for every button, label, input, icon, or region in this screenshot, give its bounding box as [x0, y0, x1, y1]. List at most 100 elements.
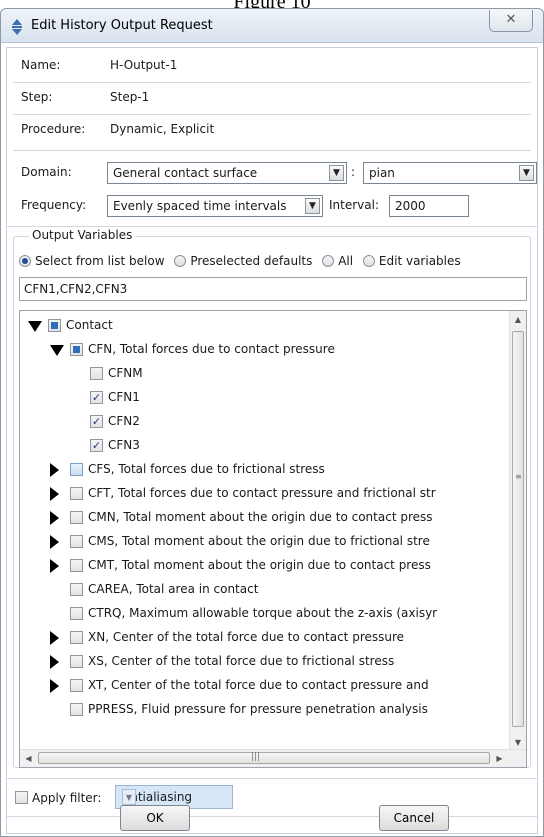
tree-node[interactable]: ✓ CFN3 — [20, 435, 508, 457]
tree-node[interactable]: CFS, Total forces due to frictional stre… — [20, 459, 508, 481]
collapsed-triangle-icon[interactable] — [50, 655, 59, 669]
checkbox-icon[interactable] — [90, 367, 103, 380]
checkbox-icon — [15, 791, 28, 804]
checkbox-icon[interactable] — [70, 343, 83, 356]
expanded-triangle-icon[interactable] — [28, 321, 42, 332]
tree-node[interactable]: ✓ CFN2 — [20, 411, 508, 433]
divider — [7, 778, 537, 779]
horizontal-scrollbar[interactable]: ◀ ||| ▶ — [20, 749, 526, 767]
checkbox-icon[interactable] — [70, 487, 83, 500]
checkbox-icon[interactable] — [48, 319, 61, 332]
close-button[interactable]: ✕ — [489, 10, 533, 32]
radio-label: Preselected defaults — [190, 254, 313, 268]
output-variable-mode: Select from list below Preselected defau… — [19, 254, 467, 268]
checkbox-icon[interactable]: ✓ — [90, 391, 103, 404]
collapsed-triangle-icon[interactable] — [50, 679, 59, 693]
tree-node[interactable]: XN, Center of the total force due to con… — [20, 627, 508, 649]
tree-node[interactable]: ✓ CFN1 — [20, 387, 508, 409]
radio-icon — [322, 255, 335, 267]
collapsed-triangle-icon[interactable] — [50, 535, 59, 549]
domain-select[interactable]: General contact surface ▼ — [107, 162, 347, 184]
tree-node[interactable]: CAREA, Total area in contact — [20, 579, 508, 601]
apply-filter-checkbox[interactable]: Apply filter: — [15, 789, 101, 805]
checkbox-icon[interactable] — [70, 583, 83, 596]
tree-node[interactable]: CFNM — [20, 363, 508, 385]
frequency-select[interactable]: Evenly spaced time intervals ▼ — [107, 195, 323, 217]
interval-input[interactable]: 2000 — [389, 195, 469, 217]
surface-select[interactable]: pian ▼ — [363, 162, 537, 184]
tree-node[interactable]: XT, Center of the total force due to con… — [20, 675, 508, 697]
radio-edit-variables[interactable]: Edit variables — [362, 254, 467, 268]
grip-icon: ||| — [251, 752, 261, 762]
tree-node-label: CFS, Total forces due to frictional stre… — [88, 462, 325, 476]
checkbox-icon[interactable] — [70, 703, 83, 716]
collapsed-triangle-icon[interactable] — [50, 559, 59, 573]
window-title: Edit History Output Request — [31, 18, 213, 33]
checkbox-icon[interactable] — [70, 463, 83, 476]
surface-select-value: pian — [369, 166, 395, 180]
tree-node[interactable]: CFT, Total forces due to contact pressur… — [20, 483, 508, 505]
scroll-up-icon[interactable]: ▲ — [510, 311, 526, 328]
radio-icon — [174, 255, 187, 267]
collapsed-triangle-icon[interactable] — [50, 511, 59, 525]
radio-label: Select from list below — [35, 254, 165, 268]
radio-preselected-defaults[interactable]: Preselected defaults — [174, 254, 318, 268]
vertical-scroll-thumb[interactable]: ≡ — [512, 331, 524, 727]
tree-node[interactable]: PPRESS, Fluid pressure for pressure pene… — [20, 699, 508, 721]
divider — [13, 82, 531, 83]
scroll-right-icon[interactable]: ▶ — [491, 750, 508, 767]
radio-select-from-list[interactable]: Select from list below — [19, 254, 171, 268]
radio-label: Edit variables — [378, 254, 461, 268]
checkbox-icon[interactable] — [70, 655, 83, 668]
edit-history-output-dialog: Edit History Output Request ✕ Name: H-Ou… — [0, 8, 544, 837]
checkbox-icon[interactable] — [70, 559, 83, 572]
tree-node-label: CMN, Total moment about the origin due t… — [88, 510, 433, 524]
tree-node-label: PPRESS, Fluid pressure for pressure pene… — [88, 702, 428, 716]
checkbox-icon[interactable] — [70, 679, 83, 692]
expanded-triangle-icon[interactable] — [50, 345, 64, 356]
triangle-down-icon[interactable]: ▼ — [519, 165, 534, 181]
domain-label: Domain: — [21, 165, 72, 179]
tree-node-label: XT, Center of the total force due to con… — [88, 678, 429, 692]
cancel-button[interactable]: Cancel — [379, 805, 449, 831]
tree-node[interactable]: CMS, Total moment about the origin due t… — [20, 531, 508, 553]
selected-variables-field[interactable]: CFN1,CFN2,CFN3 — [19, 277, 527, 301]
triangle-down-icon[interactable]: ▼ — [305, 198, 320, 214]
tree-node[interactable]: CTRQ, Maximum allowable torque about the… — [20, 603, 508, 625]
checkbox-icon[interactable]: ✓ — [90, 439, 103, 452]
procedure-value: Dynamic, Explicit — [110, 122, 215, 136]
vertical-scrollbar[interactable]: ▲ ≡ ▼ — [509, 311, 526, 751]
tree-node-label: XN, Center of the total force due to con… — [88, 630, 405, 644]
title-bar[interactable]: Edit History Output Request ✕ — [1, 9, 543, 43]
procedure-label: Procedure: — [21, 122, 86, 136]
tree-node[interactable]: CMN, Total moment about the origin due t… — [20, 507, 508, 529]
selected-variables-text: CFN1,CFN2,CFN3 — [24, 282, 128, 296]
variables-tree[interactable]: Contact CFN, Total forces due to contact … — [19, 310, 527, 768]
interval-label: Interval: — [329, 198, 379, 212]
tree-node[interactable]: CMT, Total moment about the origin due t… — [20, 555, 508, 577]
checkbox-icon[interactable] — [70, 607, 83, 620]
horizontal-scroll-thumb[interactable]: ||| — [38, 752, 490, 764]
triangle-down-icon[interactable]: ▼ — [122, 789, 136, 805]
output-variables-title: Output Variables — [29, 228, 136, 242]
collapsed-triangle-icon[interactable] — [50, 631, 59, 645]
tree-node-label: CFT, Total forces due to contact pressur… — [88, 486, 436, 500]
checkbox-icon[interactable] — [70, 631, 83, 644]
collapsed-triangle-icon[interactable] — [50, 487, 59, 501]
radio-all[interactable]: All — [322, 254, 359, 268]
frequency-label: Frequency: — [21, 198, 87, 212]
tree-node-label: CFNM — [108, 366, 143, 380]
tree-node[interactable]: XS, Center of the total force due to fri… — [20, 651, 508, 673]
triangle-down-icon[interactable]: ▼ — [329, 165, 344, 181]
ok-button[interactable]: OK — [120, 805, 190, 831]
scroll-left-icon[interactable]: ◀ — [20, 750, 37, 767]
checkbox-icon[interactable] — [70, 511, 83, 524]
dialog-body: Name: H-Output-1 Step: Step-1 Procedure:… — [6, 47, 538, 834]
frequency-select-value: Evenly spaced time intervals — [113, 199, 287, 213]
apply-filter-label: Apply filter: — [32, 791, 102, 805]
checkbox-icon[interactable]: ✓ — [90, 415, 103, 428]
checkbox-icon[interactable] — [70, 535, 83, 548]
collapsed-triangle-icon[interactable] — [50, 463, 59, 477]
tree-node[interactable]: Contact — [20, 315, 508, 337]
tree-node[interactable]: CFN, Total forces due to contact pressur… — [20, 339, 508, 361]
